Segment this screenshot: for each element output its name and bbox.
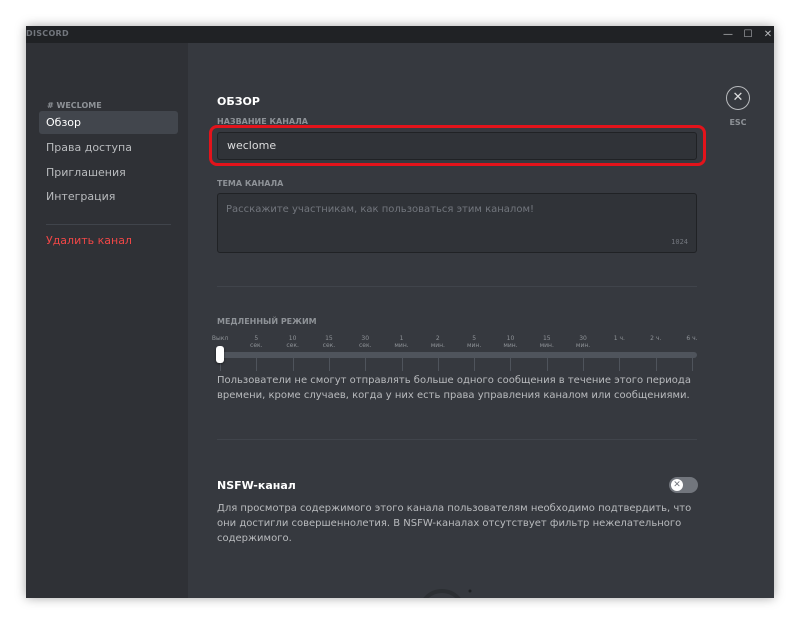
slowmode-tick-mark — [510, 357, 512, 371]
nsfw-title: NSFW-канал — [217, 479, 296, 492]
sidebar-item-overview[interactable]: Обзор — [39, 111, 178, 134]
slowmode-tick-label[interactable]: 30 мин. — [563, 335, 603, 349]
slowmode-tick-label[interactable]: 15 сек. — [309, 335, 349, 349]
sidebar-item-integrations[interactable]: Интеграция — [39, 185, 178, 208]
slowmode-tick-label[interactable]: 1 ч. — [599, 335, 639, 342]
slowmode-tick-label[interactable]: 2 ч. — [636, 335, 676, 342]
slowmode-tick-label[interactable]: 30 сек. — [345, 335, 385, 349]
close-icon[interactable]: ✕ — [726, 86, 750, 110]
slowmode-tick-label[interactable]: 15 мин. — [527, 335, 567, 349]
close-window-icon[interactable]: ✕ — [758, 26, 774, 43]
slowmode-tick-mark — [619, 357, 621, 371]
slowmode-tick-mark — [401, 357, 403, 371]
section-divider — [217, 439, 697, 440]
slowmode-description: Пользователи не смогут отправлять больше… — [217, 375, 691, 401]
toggle-off-icon: ✕ — [671, 479, 683, 491]
slowmode-tick-label[interactable]: 10 сек. — [273, 335, 313, 349]
slowmode-tick-label[interactable]: Выкл — [200, 335, 240, 342]
slowmode-tick-label[interactable]: 6 ч. — [672, 335, 712, 342]
sidebar-item-permissions[interactable]: Права доступа — [39, 136, 178, 159]
sidebar-divider — [46, 224, 171, 225]
slowmode-tick-mark — [365, 357, 367, 371]
maximize-icon[interactable]: ☐ — [738, 26, 758, 43]
topic-char-counter: 1024 — [671, 238, 688, 246]
slowmode-tick-label[interactable]: 5 сек. — [236, 335, 276, 349]
slowmode-slider-handle[interactable] — [216, 346, 224, 363]
section-divider — [217, 286, 697, 287]
slowmode-tick-mark — [437, 357, 439, 371]
channel-topic-label: ТЕМА КАНАЛА — [217, 179, 284, 188]
sidebar-item-invites[interactable]: Приглашения — [39, 161, 178, 184]
slowmode-tick-mark — [692, 357, 693, 371]
gear-illustration-icon — [423, 589, 472, 598]
minimize-icon[interactable]: — — [718, 26, 738, 43]
slowmode-label: МЕДЛЕННЫЙ РЕЖИМ — [217, 317, 317, 326]
slowmode-tick-mark — [256, 357, 258, 371]
app-name: DISCORD — [26, 29, 69, 38]
slowmode-tick-label[interactable]: 1 мин. — [382, 335, 422, 349]
titlebar: DISCORD — ☐ ✕ — [26, 26, 774, 43]
slowmode-tick-label[interactable]: 5 мин. — [454, 335, 494, 349]
delete-channel-button[interactable]: Удалить канал — [39, 229, 178, 252]
topic-placeholder: Расскажите участникам, как пользоваться … — [226, 204, 534, 215]
slowmode-tick-label[interactable]: 2 мин. — [418, 335, 458, 349]
page-title: ОБЗОР — [217, 95, 260, 108]
nsfw-toggle[interactable]: ✕ — [669, 477, 698, 493]
highlight-frame — [209, 125, 706, 166]
nsfw-description: Для просмотра содержимого этого канала п… — [217, 503, 692, 544]
slowmode-tick-mark — [328, 357, 330, 371]
slowmode-tick-mark — [546, 357, 548, 371]
slowmode-tick-mark — [583, 357, 585, 371]
slowmode-tick-mark — [292, 357, 294, 371]
slowmode-tick-label[interactable]: 10 мин. — [490, 335, 530, 349]
settings-window: DISCORD — ☐ ✕ # WECLOME Обзор Права дост… — [26, 26, 774, 598]
settings-sidebar: # WECLOME Обзор Права доступа Приглашени… — [26, 43, 188, 598]
slowmode-tick-mark — [655, 357, 657, 371]
sidebar-channel-header: # WECLOME — [47, 101, 102, 110]
esc-label: ESC — [729, 118, 747, 127]
settings-content: ОБЗОР НАЗВАНИЕ КАНАЛА weclome ТЕМА КАНАЛ… — [188, 43, 774, 598]
slowmode-slider-track[interactable] — [217, 352, 697, 358]
channel-topic-input[interactable]: Расскажите участникам, как пользоваться … — [217, 193, 697, 253]
slowmode-tick-mark — [474, 357, 476, 371]
